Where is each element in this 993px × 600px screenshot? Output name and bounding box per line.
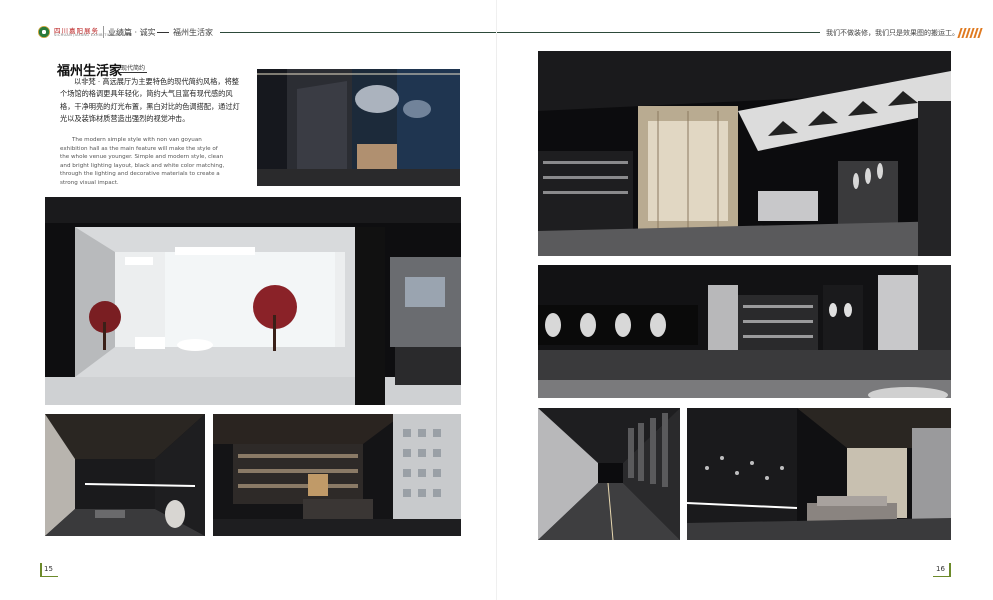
page-number-left: 15 bbox=[44, 565, 53, 573]
photo-showroom-main bbox=[45, 197, 461, 405]
brand-logo-icon bbox=[38, 26, 50, 38]
photo-hall-overview bbox=[538, 51, 951, 256]
photo-entrance bbox=[257, 69, 460, 186]
description-english: The modern simple style with non van goy… bbox=[60, 137, 225, 186]
photo-corridor-left bbox=[45, 414, 205, 536]
page-number-right: 16 bbox=[936, 565, 945, 573]
breadcrumb-section: 业绩篇 · 诚实 bbox=[108, 28, 156, 37]
magazine-spread: 四川嘉阳展务 SICHUAN JIAYANG EXHIBITION SERVIC… bbox=[0, 0, 993, 600]
page-number-bar-right bbox=[949, 563, 951, 576]
header-rule-right bbox=[497, 32, 820, 33]
breadcrumb-dash bbox=[157, 32, 169, 33]
header-slogan: 我们不做装修，我们只是效果图的搬运工。 bbox=[826, 29, 959, 37]
page-number-line-right bbox=[933, 576, 951, 577]
photo-store-shelves bbox=[213, 414, 461, 536]
orange-stripes-ornament bbox=[957, 28, 983, 38]
style-tag: 现代简约 bbox=[119, 65, 148, 73]
photo-lounge bbox=[687, 408, 951, 540]
page-fold bbox=[496, 0, 497, 600]
breadcrumb-page: 福州生活家 bbox=[173, 28, 213, 37]
page-number-bar-left bbox=[40, 563, 42, 576]
page-number-line-left bbox=[40, 576, 58, 577]
description-chinese: 以非梵 · 高远展厅为主要特色的现代简约风格，将整个场馆的格调更具年轻化，简约大… bbox=[60, 77, 240, 123]
header-separator bbox=[103, 26, 104, 38]
header-rule-left bbox=[220, 32, 496, 33]
photo-portrait-wall bbox=[538, 265, 951, 398]
photo-long-corridor bbox=[538, 408, 680, 540]
